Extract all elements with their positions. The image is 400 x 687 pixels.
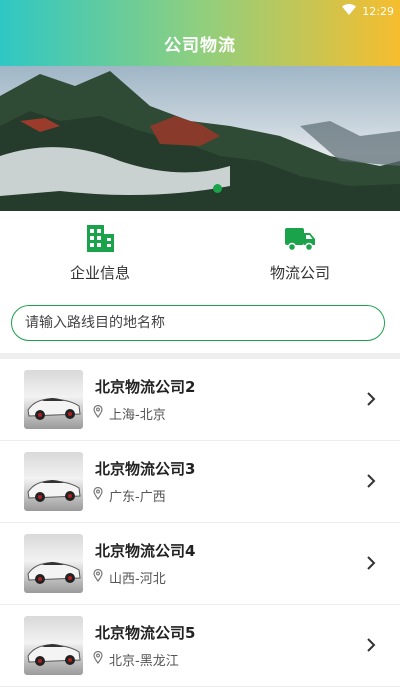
feature-label: 企业信息 (69, 264, 130, 282)
page-title: 公司物流 (164, 36, 236, 56)
route-text: 广东-广西 (109, 490, 166, 505)
company-thumbnail (24, 616, 83, 675)
route-text: 北京-黑龙江 (109, 654, 179, 669)
company-name: 北京物流公司3 (95, 460, 196, 478)
list-item[interactable]: 北京物流公司2 上海-北京 (0, 359, 400, 441)
banner-image (0, 71, 400, 211)
route-text: 上海-北京 (109, 408, 166, 423)
route-text: 山西-河北 (109, 572, 166, 587)
company-route: 山西-河北 (93, 568, 166, 587)
location-pin-icon (93, 404, 103, 422)
search-box[interactable] (11, 305, 385, 341)
company-thumbnail (24, 370, 83, 429)
list-item[interactable]: 北京物流公司5 北京-黑龙江 (0, 605, 400, 687)
feature-shortcuts: 企业信息 物流公司 (0, 211, 400, 304)
list-item[interactable]: 北京物流公司3 广东-广西 (0, 441, 400, 523)
company-name: 北京物流公司4 (95, 542, 196, 560)
company-name: 北京物流公司5 (95, 624, 196, 642)
company-thumbnail (24, 534, 83, 593)
feature-company-info[interactable]: 企业信息 (0, 211, 200, 304)
banner-carousel[interactable] (0, 66, 400, 211)
app-header: 12:29 公司物流 (0, 0, 400, 66)
location-pin-icon (93, 568, 103, 586)
company-route: 上海-北京 (93, 404, 166, 423)
feature-label: 物流公司 (269, 264, 330, 282)
feature-logistics-companies[interactable]: 物流公司 (200, 211, 400, 304)
company-route: 北京-黑龙江 (93, 650, 179, 669)
company-thumbnail (24, 452, 83, 511)
chevron-right-icon (364, 391, 378, 407)
location-pin-icon (93, 650, 103, 668)
list-item[interactable]: 北京物流公司4 山西-河北 (0, 523, 400, 605)
search-input[interactable] (23, 314, 357, 332)
company-name: 北京物流公司2 (95, 378, 196, 396)
company-list: 北京物流公司2 上海-北京 北京物流公司3 广东-广西 北京物流公司4 山西-河… (0, 359, 400, 687)
chevron-right-icon (364, 555, 378, 571)
wifi-icon (342, 4, 357, 18)
chevron-right-icon (364, 637, 378, 653)
company-route: 广东-广西 (93, 486, 166, 505)
building-icon (84, 222, 116, 254)
carousel-indicator[interactable] (213, 184, 222, 193)
status-time: 12:29 (362, 4, 394, 18)
chevron-right-icon (364, 473, 378, 489)
location-pin-icon (93, 486, 103, 504)
truck-icon (284, 222, 316, 254)
status-bar: 12:29 (342, 2, 394, 20)
